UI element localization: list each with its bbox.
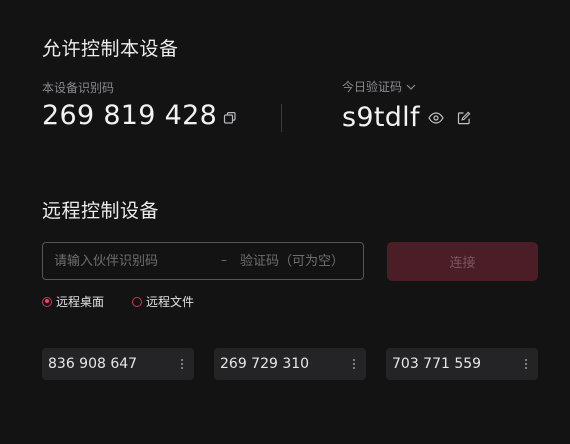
mode-label: 远程桌面 [56,295,105,309]
more-options-icon[interactable] [178,356,186,372]
vertical-divider [281,104,282,132]
mode-remote-desktop[interactable]: 远程桌面 [42,293,104,310]
partner-id-input[interactable] [54,243,214,279]
mode-label: 远程文件 [146,295,195,309]
recent-device-id: 703 771 559 [392,356,482,372]
remote-control-title: 远程控制设备 [42,200,160,222]
edit-icon[interactable] [455,109,473,127]
more-options-icon[interactable] [522,356,530,372]
recent-device-card[interactable]: 703 771 559 [386,348,538,380]
eye-icon[interactable] [427,109,445,127]
chevron-down-icon [406,83,416,91]
verification-code-input[interactable] [240,243,358,279]
device-id-label: 本设备识别码 [42,81,115,95]
recent-device-id: 269 729 310 [220,356,310,372]
recent-device-id: 836 908 647 [48,356,138,372]
verification-code-value: s9tdlf [342,102,420,133]
radio-unselected [132,296,142,307]
mode-remote-file[interactable]: 远程文件 [132,293,194,310]
code-label: 今日验证码 [342,80,403,94]
radio-selected [42,296,52,307]
connect-button[interactable]: 连接 [387,242,538,281]
connect-input-group: – [42,242,364,280]
allow-control-title: 允许控制本设备 [42,38,179,60]
device-id-value: 269 819 428 [42,100,218,131]
recent-device-card[interactable]: 269 729 310 [214,348,366,380]
more-options-icon[interactable] [350,356,358,372]
input-separator: – [221,253,227,267]
code-label-dropdown[interactable]: 今日验证码 [342,78,416,95]
copy-icon[interactable] [221,109,239,127]
recent-device-card[interactable]: 836 908 647 [42,348,194,380]
